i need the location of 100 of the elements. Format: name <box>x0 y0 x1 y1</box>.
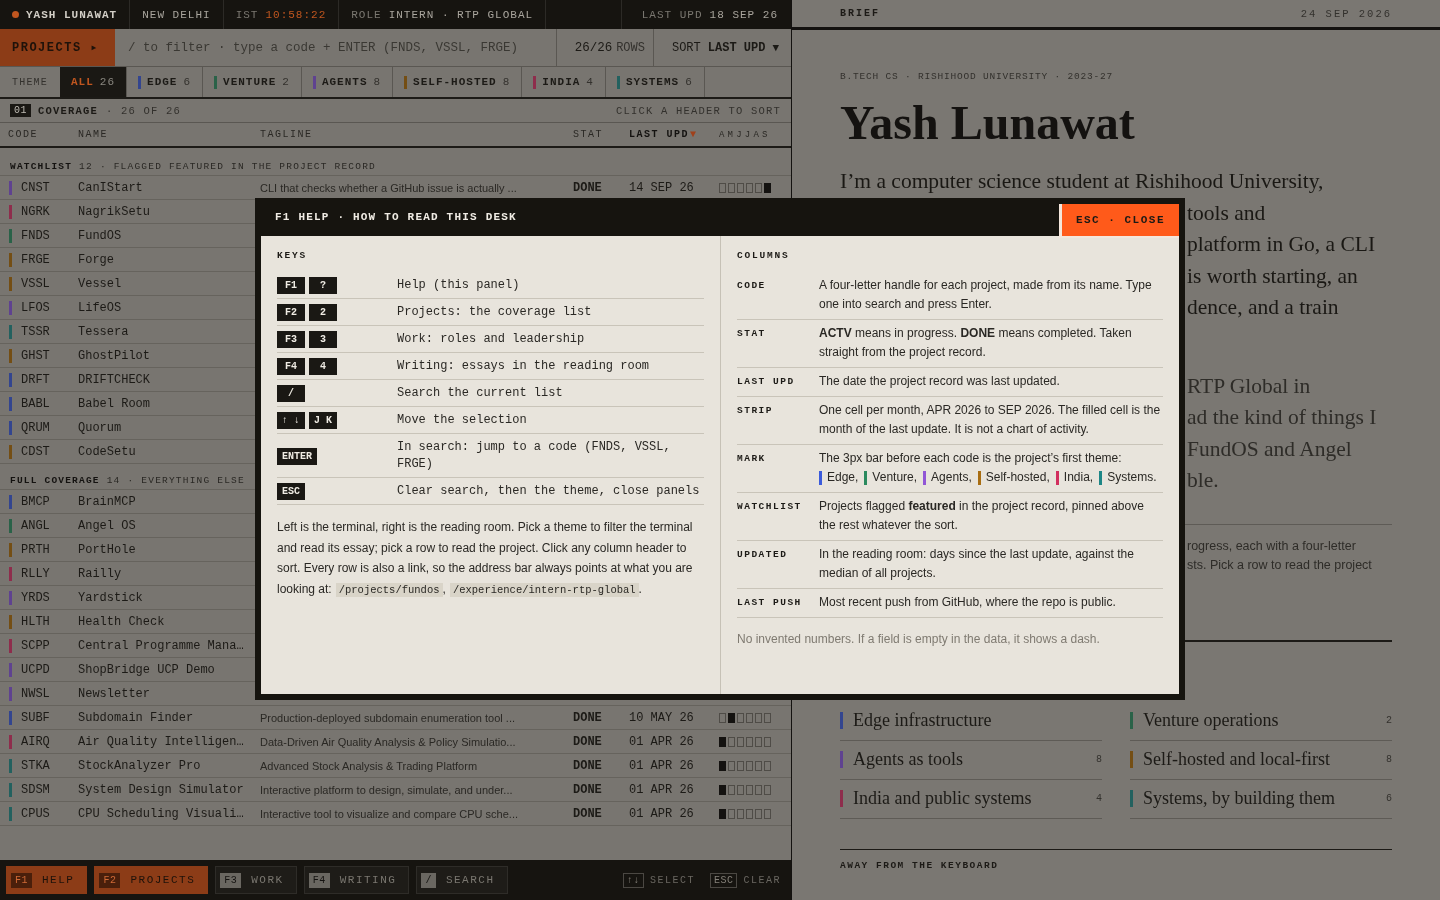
theme-link[interactable]: Agents as tools 8 <box>840 740 1102 780</box>
status-text: DONE <box>573 806 602 821</box>
term-label: LAST UPD <box>737 376 795 387</box>
project-name: NagrikSetu <box>78 204 150 219</box>
key-cap: F2 <box>99 872 121 888</box>
theme-link[interactable]: Venture operations 2 <box>1130 701 1392 741</box>
project-name: Newsletter <box>78 686 150 701</box>
group-note: · FLAGGED FEATURED IN THE PROJECT RECORD <box>99 161 376 172</box>
key-description: Work: roles and leadership <box>397 332 585 346</box>
project-code: TSSR <box>21 324 50 339</box>
theme-tab[interactable]: SELF-HOSTED 8 <box>393 67 523 97</box>
term-description: The 3px bar before each code is the project’s first theme: <box>819 451 1122 465</box>
key-cap: F4 <box>277 358 305 375</box>
project-name: CanIStart <box>78 180 143 195</box>
key-cap: 3 <box>309 331 337 348</box>
project-name: Angel OS <box>78 518 136 533</box>
role-label: ROLE <box>351 8 382 21</box>
panel-title: BRIEF <box>840 8 880 19</box>
project-code: CDST <box>21 444 50 459</box>
term-description: One cell per month, APR 2026 to SEP 2026. The filled cell is the month of the last update. It is not a chart of activity. <box>819 403 1161 436</box>
update-date: 10 MAY 26 <box>629 710 694 725</box>
key-description: Clear search, then the theme, close panels <box>397 484 700 498</box>
project-name: LifeOS <box>78 300 122 315</box>
theme-tab[interactable]: VENTURE 2 <box>203 67 302 97</box>
project-tagline: Production-deployed subdomain enumeration tool ... <box>260 711 515 724</box>
theme-tab[interactable]: SYSTEMS 6 <box>605 67 705 97</box>
bio-text-fragment: is worth starting, an <box>1187 262 1358 290</box>
update-date: 01 APR 26 <box>629 734 694 749</box>
key-cap: ESC <box>277 483 305 500</box>
column-header[interactable]: CODE <box>8 129 38 140</box>
clock-time: 10:58:22 <box>265 8 327 21</box>
view-button[interactable]: PROJECTS ▸ <box>0 29 115 66</box>
project-name: Air Quality Intelligen… <box>78 734 244 749</box>
project-name: CodeSetu <box>78 444 136 459</box>
project-name: Vessel <box>78 276 122 291</box>
group-title: FULL COVERAGE <box>10 475 100 486</box>
project-name: StockAnalyzer Pro <box>78 758 201 773</box>
project-name: Forge <box>78 252 114 267</box>
term-label: UPDATED <box>737 549 788 560</box>
status-text: DONE <box>573 758 602 773</box>
column-header[interactable]: AMJJAS <box>719 129 771 140</box>
hint-label: CLEAR <box>743 874 781 886</box>
shortcut-button[interactable]: F4 WRITING <box>303 866 410 894</box>
project-code: PRTH <box>21 542 50 557</box>
theme-tab[interactable]: INDIA 4 <box>522 67 606 97</box>
status-text: DONE <box>573 180 602 195</box>
project-name: PortHole <box>78 542 136 557</box>
theme-tab[interactable]: AGENTS 8 <box>301 67 394 97</box>
project-name: CPU Scheduling Visuali… <box>78 806 244 821</box>
theme-tab[interactable]: EDGE 6 <box>127 67 204 97</box>
project-code: FRGE <box>21 252 50 267</box>
legend-label: Edge, <box>827 469 859 486</box>
theme-link[interactable]: Systems, by building them 6 <box>1130 779 1392 819</box>
project-code: VSSL <box>21 276 50 291</box>
project-code: SUBF <box>21 710 50 725</box>
column-header[interactable]: NAME <box>78 129 108 140</box>
column-header[interactable]: STAT <box>573 129 603 140</box>
project-name: GhostPilot <box>78 348 150 363</box>
theme-link[interactable]: India and public systems 4 <box>840 779 1102 819</box>
project-name: Railly <box>78 566 122 581</box>
sort-dropdown[interactable]: SORT LAST UPD ▼ <box>652 29 791 66</box>
dialog-title: F1 HELP · HOW TO READ THIS DESK <box>275 211 517 223</box>
key-cap: F2 <box>277 304 305 321</box>
legend-label: Agents, <box>931 469 972 486</box>
legend-label: India, <box>1063 469 1094 486</box>
project-code: QRUM <box>21 420 50 435</box>
filter-input[interactable]: / to filter · type a code + ENTER (FNDS, VSSL, FRGE) <box>115 29 556 66</box>
shortcut-button[interactable]: F1 HELP <box>6 866 88 894</box>
shortcut-button[interactable]: F3 WORK <box>215 866 297 894</box>
bio-text-fragment: dence, and a train <box>1187 294 1339 321</box>
bio-text-fragment: ble. <box>1187 467 1219 494</box>
bio-text-line: I’m a computer science student at Rishihood University, <box>840 168 1324 195</box>
theme-tab[interactable]: ALL 26 <box>60 67 128 97</box>
column-header[interactable]: LAST UPD▼ <box>629 129 698 140</box>
theme-link[interactable]: Self-hosted and local-first 8 <box>1130 740 1392 780</box>
key-description: Search the current list <box>397 386 563 400</box>
project-name: Tessera <box>78 324 129 339</box>
project-tagline: Interactive tool to visualize and compare CPU sche... <box>260 807 518 820</box>
shortcut-button[interactable]: F2 PROJECTS <box>94 866 209 894</box>
project-name: Subdomain Finder <box>78 710 194 725</box>
project-code: GHST <box>21 348 50 363</box>
theme-link[interactable]: Edge infrastructure <box>840 701 1102 741</box>
project-name: Central Programme Mana… <box>78 638 244 653</box>
shortcut-button[interactable]: / SEARCH <box>416 866 508 894</box>
close-button[interactable]: ESC · CLOSE <box>1058 204 1179 238</box>
term-label: CODE <box>737 280 766 291</box>
section-number: 01 <box>10 104 31 117</box>
term-label: LAST PUSH <box>737 597 802 608</box>
project-code: SCPP <box>21 638 50 653</box>
timezone-label: IST <box>235 8 259 21</box>
legend-label: Systems. <box>1107 469 1157 486</box>
project-name: Quorum <box>78 420 122 435</box>
columns-heading: COLUMNS <box>737 250 790 261</box>
education-line: B.TECH CS · RISHIHOOD UNIVERSITY · 2023-27 <box>840 70 1114 84</box>
url-path: /projects/fundos <box>335 582 443 597</box>
column-header[interactable]: TAGLINE <box>260 129 313 140</box>
term-description: In the reading room: days since the last update, against the median of all projects. <box>819 547 1134 580</box>
key-cap: ↑ ↓ <box>277 412 305 429</box>
bio-text-fragment: ad the kind of things I <box>1187 404 1377 431</box>
url-path: /experience/intern-rtp-global <box>449 582 639 597</box>
